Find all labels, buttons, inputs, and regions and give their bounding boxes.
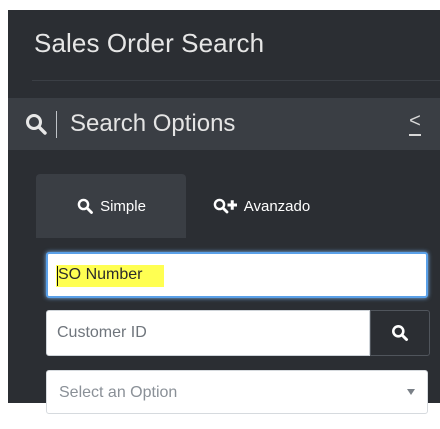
chevron-underline (409, 134, 421, 136)
search-options-panel: Search Options < (8, 98, 440, 403)
search-icon (390, 323, 410, 343)
option-select-value: Select an Option (59, 384, 178, 401)
so-number-field (46, 252, 428, 298)
header-separator (56, 111, 57, 138)
search-icon (24, 112, 48, 136)
panel-title: Search Options (70, 110, 236, 137)
search-options-header[interactable]: Search Options < (8, 98, 440, 150)
option-select[interactable]: Select an Option (46, 370, 428, 414)
so-number-input[interactable] (58, 254, 388, 296)
search-icon (76, 197, 94, 215)
tab-avanzado[interactable]: Avanzado (186, 174, 336, 238)
text-caret (57, 266, 58, 286)
chevron-down-icon (407, 389, 415, 395)
customer-id-field (46, 310, 370, 356)
page-title: Sales Order Search (34, 28, 265, 58)
customer-id-input[interactable] (57, 311, 357, 355)
customer-search-button[interactable] (370, 310, 430, 356)
title-divider (32, 80, 440, 81)
tab-avanzado-label: Avanzado (243, 197, 311, 215)
tab-simple-label: Simple (100, 197, 146, 215)
collapse-panel-button[interactable]: < (406, 110, 424, 138)
sales-order-search-page: Sales Order Search Search Options < Simp… (8, 10, 440, 414)
chevron-left-icon: < (409, 110, 421, 132)
tab-simple[interactable]: Simple (36, 174, 186, 238)
search-plus-icon (212, 197, 238, 215)
